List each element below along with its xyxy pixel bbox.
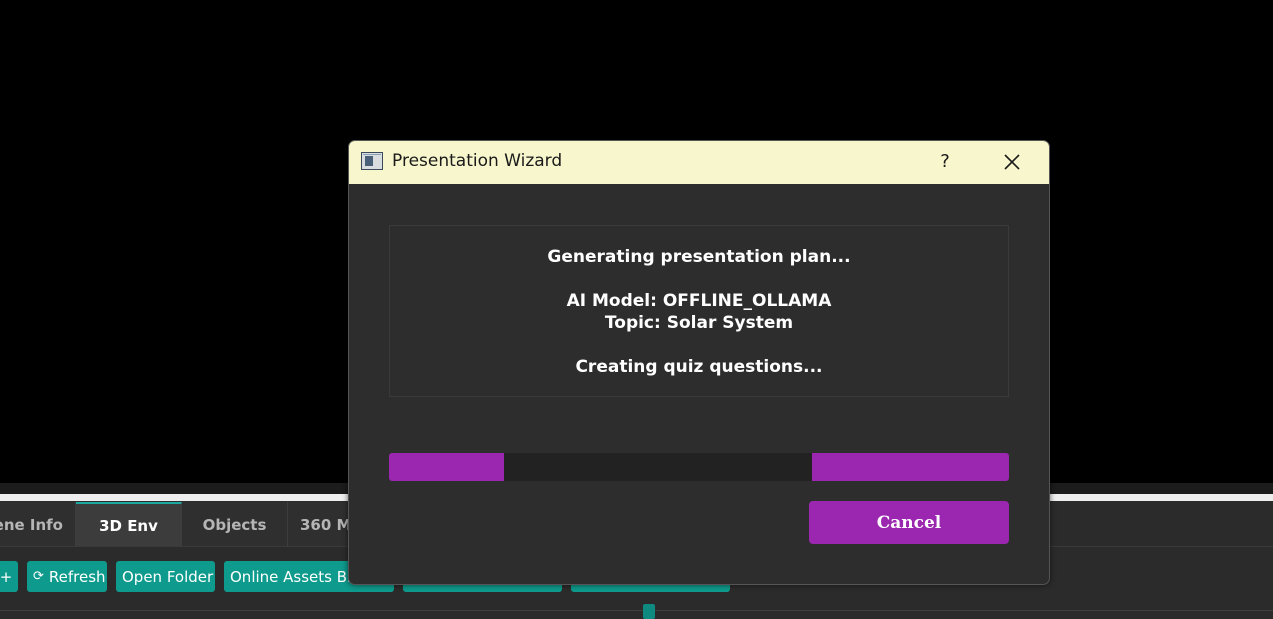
tab-360-media[interactable]: 360 M [288, 502, 350, 547]
close-button[interactable] [997, 147, 1027, 177]
refresh-button[interactable]: ⟳ Refresh [27, 561, 107, 592]
status-heading: Generating presentation plan... [547, 247, 851, 267]
online-assets-label: Online Assets Br [230, 567, 354, 586]
tab-scene-info[interactable]: Scene Info [0, 502, 76, 547]
close-icon [1004, 154, 1020, 170]
window-app-icon [361, 152, 383, 170]
presentation-wizard-dialog: Presentation Wizard ? Generating present… [348, 140, 1050, 585]
tab-objects[interactable]: Objects [182, 502, 288, 547]
status-message-box: Generating presentation plan... AI Model… [389, 225, 1009, 397]
bottom-tabs: Scene Info 3D Env Objects 360 M [0, 502, 350, 547]
refresh-icon: ⟳ [33, 569, 44, 584]
progress-chunk-left [389, 453, 504, 481]
tab-label: 360 M [300, 515, 350, 534]
tab-label: 3D Env [99, 516, 158, 535]
cancel-button[interactable]: Cancel [809, 501, 1009, 544]
step-line: Creating quiz questions... [575, 357, 823, 377]
add-label: + [0, 567, 13, 586]
progress-chunk-right [812, 453, 1009, 481]
tab-label: Objects [202, 515, 267, 534]
help-button[interactable]: ? [933, 149, 957, 175]
progress-bar [389, 453, 1009, 481]
dialog-title: Presentation Wizard [392, 151, 563, 171]
refresh-label: Refresh [48, 567, 106, 586]
model-line: AI Model: OFFLINE_OLLAMA [566, 291, 832, 311]
dialog-titlebar[interactable]: Presentation Wizard ? [349, 141, 1049, 184]
tab-3d-env[interactable]: 3D Env [76, 502, 182, 547]
open-folder-button[interactable]: Open Folder [116, 561, 215, 592]
open-folder-label: Open Folder [122, 567, 214, 586]
add-button[interactable]: + [0, 561, 18, 592]
topic-line: Topic: Solar System [604, 313, 794, 333]
timeline-handle[interactable] [643, 604, 655, 619]
tab-label: Scene Info [0, 515, 63, 534]
timeline-track [0, 610, 1273, 611]
